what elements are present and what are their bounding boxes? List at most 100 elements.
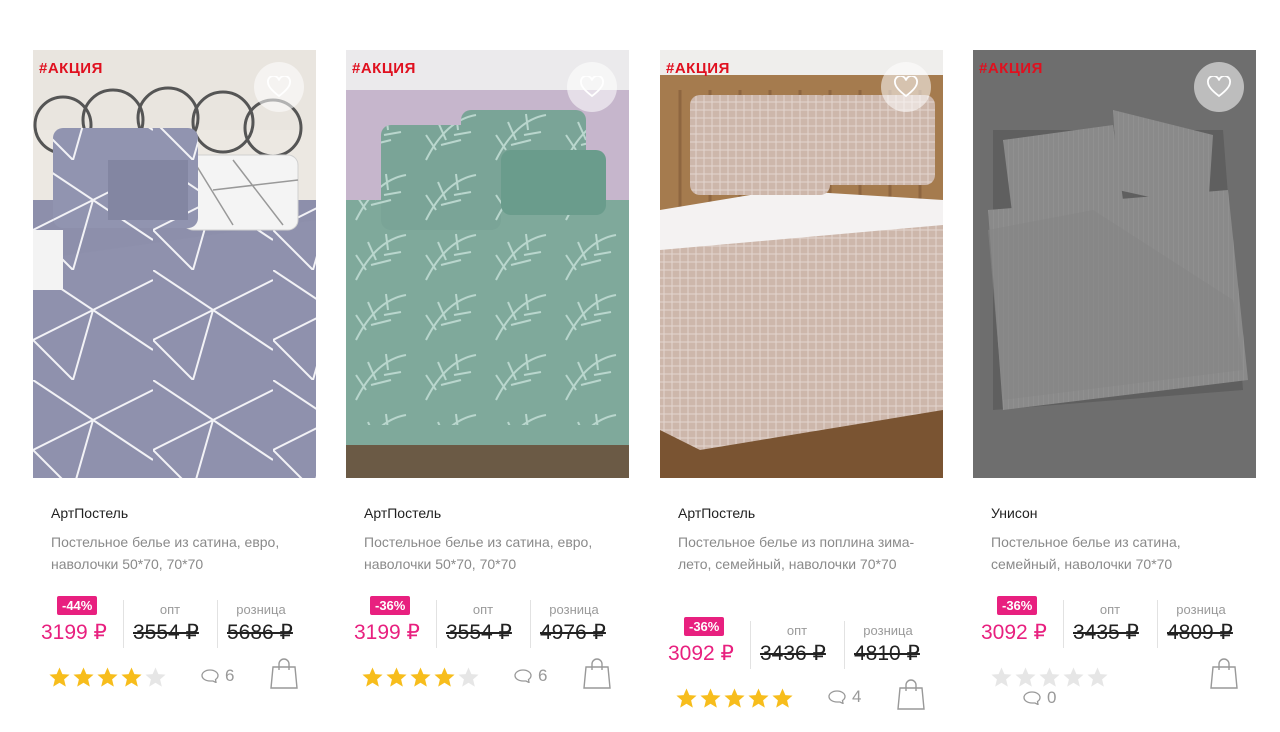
star-icon <box>1039 667 1060 687</box>
star-icon <box>97 667 118 687</box>
opt-price: 3554 ₽ <box>446 621 512 644</box>
comments-value: 6 <box>225 666 235 685</box>
promo-label: #АКЦИЯ <box>979 60 1043 77</box>
current-price: 3092 ₽ <box>981 621 1047 644</box>
product-card: #АКЦИЯ АртПостель Постельное белье из по… <box>660 50 943 710</box>
product-brand[interactable]: АртПостель <box>364 505 441 521</box>
retail-price: 4809 ₽ <box>1167 621 1233 644</box>
comments-count[interactable]: 0 <box>1023 688 1056 708</box>
heart-icon <box>1207 76 1231 98</box>
add-to-cart-button[interactable] <box>1210 657 1238 694</box>
favorite-button[interactable] <box>254 62 304 112</box>
product-brand[interactable]: АртПостель <box>678 505 755 521</box>
product-title[interactable]: Постельное белье из сатина, евро, наволо… <box>51 531 306 575</box>
shopping-bag-icon <box>1210 658 1238 689</box>
opt-label: опт <box>472 602 494 617</box>
rating-stars[interactable] <box>48 666 167 689</box>
rating-stars[interactable] <box>990 666 1109 689</box>
promo-label: #АКЦИЯ <box>352 60 416 77</box>
opt-price: 3436 ₽ <box>760 642 826 665</box>
comments-count[interactable]: 6 <box>514 666 547 686</box>
speech-bubble-icon <box>1023 691 1041 705</box>
retail-label: розница <box>549 602 599 617</box>
retail-price: 4976 ₽ <box>540 621 606 644</box>
star-icon <box>362 667 383 687</box>
add-to-cart-button[interactable] <box>897 678 925 715</box>
add-to-cart-button[interactable] <box>270 657 298 694</box>
product-title[interactable]: Постельное белье из сатина, евро, наволо… <box>364 531 619 575</box>
star-icon <box>145 667 166 687</box>
price-block: -44% 3199 ₽ опт 3554 ₽ розница 5686 ₽ <box>41 596 311 652</box>
opt-price: 3435 ₽ <box>1073 621 1139 644</box>
star-icon <box>386 667 407 687</box>
star-icon <box>700 688 721 708</box>
product-image[interactable]: #АКЦИЯ <box>33 50 316 478</box>
star-icon <box>1015 667 1036 687</box>
favorite-button[interactable] <box>881 62 931 112</box>
add-to-cart-button[interactable] <box>583 657 611 694</box>
star-icon <box>458 667 479 687</box>
product-title[interactable]: Постельное белье из сатина, семейный, на… <box>991 531 1246 575</box>
star-icon <box>434 667 455 687</box>
product-card: #АКЦИЯ АртПостель Постельное белье из са… <box>33 50 316 689</box>
rating-stars[interactable] <box>361 666 480 689</box>
star-icon <box>748 688 769 708</box>
comments-value: 0 <box>1047 688 1057 707</box>
heart-icon <box>267 76 291 98</box>
opt-price: 3554 ₽ <box>133 621 199 644</box>
star-icon <box>772 688 793 708</box>
star-icon <box>724 688 745 708</box>
current-price: 3199 ₽ <box>354 621 420 644</box>
star-icon <box>1087 667 1108 687</box>
favorite-button[interactable] <box>567 62 617 112</box>
heart-icon <box>894 76 918 98</box>
opt-label: опт <box>1099 602 1121 617</box>
shopping-bag-icon <box>583 658 611 689</box>
speech-bubble-icon <box>828 690 846 704</box>
discount-badge: -36% <box>684 617 725 636</box>
product-image[interactable]: #АКЦИЯ <box>660 50 943 478</box>
price-block: -36% 3092 ₽ опт 3436 ₽ розница 4810 ₽ <box>668 617 938 673</box>
star-icon <box>1063 667 1084 687</box>
product-title[interactable]: Постельное белье из поплина зима-лето, с… <box>678 531 933 575</box>
heart-icon <box>580 76 604 98</box>
product-card: #АКЦИЯ АртПостель Постельное белье из са… <box>346 50 629 689</box>
retail-label: розница <box>236 602 286 617</box>
star-icon <box>121 667 142 687</box>
discount-badge: -36% <box>997 596 1038 615</box>
discount-badge: -44% <box>57 596 98 615</box>
star-icon <box>676 688 697 708</box>
retail-price: 5686 ₽ <box>227 621 293 644</box>
rating-stars[interactable] <box>675 687 794 710</box>
star-icon <box>410 667 431 687</box>
comments-value: 4 <box>852 687 862 706</box>
comments-count[interactable]: 4 <box>828 687 861 707</box>
price-block: -36% 3199 ₽ опт 3554 ₽ розница 4976 ₽ <box>354 596 624 652</box>
retail-price: 4810 ₽ <box>854 642 920 665</box>
current-price: 3199 ₽ <box>41 621 107 644</box>
promo-label: #АКЦИЯ <box>666 60 730 77</box>
promo-label: #АКЦИЯ <box>39 60 103 77</box>
star-icon <box>73 667 94 687</box>
price-block: -36% 3092 ₽ опт 3435 ₽ розница 4809 ₽ <box>981 596 1251 652</box>
retail-label: розница <box>863 623 913 638</box>
comments-value: 6 <box>538 666 548 685</box>
star-icon <box>49 667 70 687</box>
retail-label: розница <box>1176 602 1226 617</box>
current-price: 3092 ₽ <box>668 642 734 665</box>
star-icon <box>991 667 1012 687</box>
shopping-bag-icon <box>270 658 298 689</box>
speech-bubble-icon <box>514 669 532 683</box>
product-card: #АКЦИЯ Унисон Постельное белье из сатина… <box>973 50 1256 707</box>
comments-count[interactable]: 6 <box>201 666 234 686</box>
favorite-button[interactable] <box>1194 62 1244 112</box>
product-brand[interactable]: АртПостель <box>51 505 128 521</box>
product-image[interactable]: #АКЦИЯ <box>346 50 629 478</box>
product-brand[interactable]: Унисон <box>991 505 1038 521</box>
opt-label: опт <box>159 602 181 617</box>
shopping-bag-icon <box>897 679 925 710</box>
speech-bubble-icon <box>201 669 219 683</box>
opt-label: опт <box>786 623 808 638</box>
discount-badge: -36% <box>370 596 411 615</box>
product-image[interactable]: #АКЦИЯ <box>973 50 1256 478</box>
